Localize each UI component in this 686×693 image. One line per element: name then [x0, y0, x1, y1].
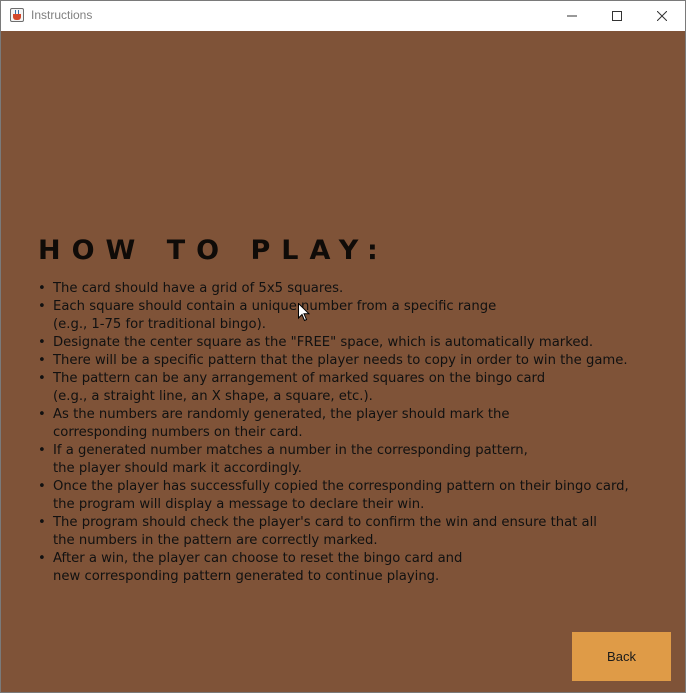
bullet-icon: • [38, 371, 46, 386]
rule-item: • The pattern can be any arrangement of m… [38, 370, 678, 406]
rule-text: the numbers in the pattern are correctly… [53, 533, 378, 548]
back-button[interactable]: Back [572, 632, 671, 681]
window-title: Instructions [31, 8, 93, 22]
bullet-icon: • [38, 479, 46, 494]
instructions-panel: HOW TO PLAY: • The card should have a gri… [1, 31, 685, 692]
rule-text: If a generated number matches a number i… [53, 443, 528, 458]
rule-text: new corresponding pattern generated to c… [53, 569, 440, 584]
bullet-icon: • [38, 281, 46, 296]
bullet-icon: • [38, 551, 46, 566]
bullet-icon: • [38, 353, 46, 368]
rule-item: • Once the player has successfully copied… [38, 478, 678, 514]
rule-text: As the numbers are randomly generated, t… [53, 407, 510, 422]
bullet-icon: • [38, 407, 46, 422]
rule-item: • If a generated number matches a number … [38, 442, 678, 478]
rules-list: • The card should have a grid of 5x5 squa… [38, 280, 678, 586]
bullet-icon: • [38, 515, 46, 530]
rule-text: (e.g., a straight line, an X shape, a sq… [53, 389, 373, 404]
rule-item: • The program should check the player's c… [38, 514, 678, 550]
rule-text: Designate the center square as the "FREE… [53, 335, 594, 350]
rule-text: After a win, the player can choose to re… [53, 551, 463, 566]
bullet-icon: • [38, 299, 46, 314]
java-cup-icon [10, 8, 24, 22]
maximize-button[interactable] [594, 1, 640, 31]
rule-text: corresponding numbers on their card. [53, 425, 303, 440]
rule-text: The card should have a grid of 5x5 squar… [53, 281, 344, 296]
rule-item: • After a win, the player can choose to r… [38, 550, 678, 586]
rule-text: The program should check the player's ca… [53, 515, 597, 530]
rule-text: the program will display a message to de… [53, 497, 425, 512]
rule-text: (e.g., 1-75 for traditional bingo). [53, 317, 266, 332]
rule-text: the player should mark it accordingly. [53, 461, 302, 476]
rule-text: There will be a specific pattern that th… [53, 353, 628, 368]
close-icon [657, 11, 667, 21]
rule-item: • As the numbers are randomly generated, … [38, 406, 678, 442]
rule-item: • The card should have a grid of 5x5 squa… [38, 280, 678, 298]
page-title: HOW TO PLAY: [38, 235, 389, 266]
minimize-button[interactable] [549, 1, 595, 31]
bullet-icon: • [38, 335, 46, 350]
maximize-icon [612, 11, 622, 21]
rule-item: • Designate the center square as the "FRE… [38, 334, 678, 352]
rule-text: Each square should contain a unique numb… [53, 299, 497, 314]
rule-text: The pattern can be any arrangement of ma… [53, 371, 546, 386]
instructions-window: Instructions HOW TO PLAY: • The card shou… [0, 0, 686, 693]
rule-item: • Each square should contain a unique num… [38, 298, 678, 334]
close-button[interactable] [639, 1, 685, 31]
rule-item: • There will be a specific pattern that t… [38, 352, 678, 370]
mouse-pointer-icon [298, 303, 310, 322]
title-bar[interactable]: Instructions [1, 1, 685, 31]
rule-text: Once the player has successfully copied … [53, 479, 629, 494]
bullet-icon: • [38, 443, 46, 458]
minimize-icon [567, 15, 577, 17]
